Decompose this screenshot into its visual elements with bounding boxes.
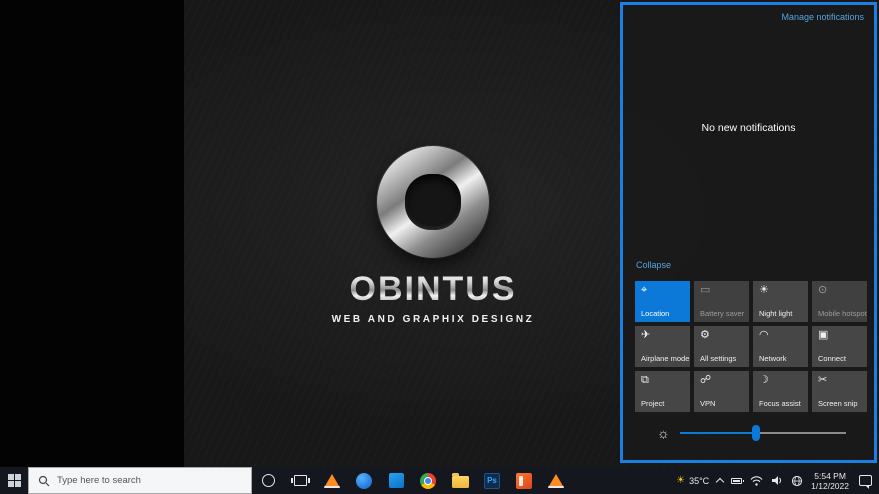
vpn-icon: ☍ bbox=[700, 375, 711, 386]
battery-icon[interactable] bbox=[731, 478, 742, 484]
quick-action-label: Location bbox=[641, 309, 669, 318]
screen-snip-icon: ✂ bbox=[818, 375, 827, 386]
focus-assist-icon: ☽ bbox=[759, 375, 769, 386]
taskbar: Ps ☀ 35°C 5:54 PM 1/12/2022 bbox=[0, 467, 879, 494]
orange-app-icon bbox=[516, 473, 532, 489]
quick-action-label: Mobile hotspot bbox=[818, 309, 867, 318]
weather-temperature: 35°C bbox=[689, 476, 709, 486]
left-black-region bbox=[0, 0, 184, 467]
quick-action-mobile-hotspot[interactable]: ⊙ Mobile hotspot bbox=[812, 281, 867, 322]
weather-sun-icon: ☀ bbox=[676, 476, 685, 486]
blue-app-icon bbox=[356, 473, 372, 489]
vlc-icon bbox=[549, 474, 563, 486]
quick-action-focus-assist[interactable]: ☽ Focus assist bbox=[753, 371, 808, 412]
airplane-mode-icon: ✈ bbox=[641, 330, 650, 341]
quick-action-connect[interactable]: ▣ Connect bbox=[812, 326, 867, 367]
action-center-icon[interactable] bbox=[859, 475, 872, 486]
quick-action-night-light[interactable]: ☀ Night light bbox=[753, 281, 808, 322]
network-icon: ◠ bbox=[759, 330, 769, 341]
manage-notifications-link[interactable]: Manage notifications bbox=[781, 12, 864, 22]
quick-action-label: Network bbox=[759, 354, 787, 363]
photoshop-icon: Ps bbox=[484, 473, 500, 489]
task-view-icon bbox=[294, 475, 307, 486]
no-notifications-message: No new notifications bbox=[623, 122, 874, 134]
taskbar-app-file-explorer[interactable] bbox=[444, 467, 476, 494]
file-explorer-icon bbox=[452, 476, 469, 488]
quick-action-label: All settings bbox=[700, 354, 736, 363]
quick-action-network[interactable]: ◠ Network bbox=[753, 326, 808, 367]
location-icon: ⌖ bbox=[641, 285, 647, 296]
taskbar-app-vlc[interactable] bbox=[316, 467, 348, 494]
mobile-hotspot-icon: ⊙ bbox=[818, 285, 827, 296]
brightness-slider-thumb[interactable] bbox=[752, 425, 760, 441]
action-center-panel: Manage notifications No new notification… bbox=[620, 2, 877, 463]
quick-action-screen-snip[interactable]: ✂ Screen snip bbox=[812, 371, 867, 412]
taskbar-app-vlc-2[interactable] bbox=[540, 467, 572, 494]
windows-start-icon bbox=[8, 474, 21, 487]
search-icon bbox=[38, 475, 50, 487]
logo-subtitle: WEB AND GRAPHIX DESIGNZ bbox=[259, 314, 607, 325]
hidden-icons-chevron[interactable] bbox=[716, 478, 724, 486]
quick-action-airplane-mode[interactable]: ✈ Airplane mode bbox=[635, 326, 690, 367]
quick-action-label: Night light bbox=[759, 309, 792, 318]
taskbar-app-vscode[interactable] bbox=[380, 467, 412, 494]
quick-action-label: Screen snip bbox=[818, 399, 858, 408]
task-view-button[interactable] bbox=[284, 467, 316, 494]
quick-action-label: Project bbox=[641, 399, 664, 408]
taskbar-app-orange[interactable] bbox=[508, 467, 540, 494]
obintus-logo: OBINTUS WEB AND GRAPHIX DESIGNZ bbox=[259, 146, 607, 325]
brightness-slider[interactable] bbox=[680, 432, 846, 434]
quick-action-label: Focus assist bbox=[759, 399, 801, 408]
globe-icon[interactable] bbox=[791, 475, 803, 487]
start-button[interactable] bbox=[0, 467, 28, 494]
cortana-button[interactable] bbox=[252, 467, 284, 494]
battery-saver-icon: ▭ bbox=[700, 285, 710, 296]
quick-actions-grid: ⌖ Location ▭ Battery saver ☀ Night light… bbox=[635, 281, 867, 412]
quick-action-all-settings[interactable]: ⚙ All settings bbox=[694, 326, 749, 367]
brightness-icon: ☼ bbox=[657, 423, 670, 443]
all-settings-icon: ⚙ bbox=[700, 330, 710, 341]
logo-title: OBINTUS bbox=[259, 270, 607, 309]
clock[interactable]: 5:54 PM 1/12/2022 bbox=[811, 471, 849, 491]
quick-action-label: Connect bbox=[818, 354, 846, 363]
system-tray: ☀ 35°C 5:54 PM 1/12/2022 bbox=[676, 471, 879, 491]
collapse-link[interactable]: Collapse bbox=[636, 260, 671, 270]
chrome-icon bbox=[420, 473, 436, 489]
obintus-logo-o-ring bbox=[377, 146, 489, 258]
taskbar-app-blue[interactable] bbox=[348, 467, 380, 494]
quick-action-battery-saver[interactable]: ▭ Battery saver bbox=[694, 281, 749, 322]
vlc-icon bbox=[325, 474, 339, 486]
brightness-slider-fill bbox=[680, 432, 756, 434]
taskbar-search[interactable] bbox=[28, 467, 252, 494]
weather-widget[interactable]: ☀ 35°C bbox=[676, 476, 709, 486]
connect-icon: ▣ bbox=[818, 330, 828, 341]
quick-action-label: VPN bbox=[700, 399, 715, 408]
night-light-icon: ☀ bbox=[759, 285, 769, 296]
taskbar-app-chrome[interactable] bbox=[412, 467, 444, 494]
project-icon: ⧉ bbox=[641, 375, 649, 386]
quick-action-vpn[interactable]: ☍ VPN bbox=[694, 371, 749, 412]
quick-action-label: Airplane mode bbox=[641, 354, 689, 363]
clock-date: 1/12/2022 bbox=[811, 481, 849, 491]
taskbar-app-photoshop[interactable]: Ps bbox=[476, 467, 508, 494]
vscode-icon bbox=[389, 473, 404, 488]
brightness-row: ☼ bbox=[623, 422, 874, 444]
quick-action-project[interactable]: ⧉ Project bbox=[635, 371, 690, 412]
clock-time: 5:54 PM bbox=[811, 471, 849, 481]
search-input[interactable] bbox=[57, 475, 227, 486]
obintus-logo-o-hole bbox=[405, 174, 461, 230]
wifi-icon[interactable] bbox=[750, 476, 763, 486]
volume-icon[interactable] bbox=[771, 475, 783, 486]
quick-action-location[interactable]: ⌖ Location bbox=[635, 281, 690, 322]
cortana-icon bbox=[262, 474, 275, 487]
quick-action-label: Battery saver bbox=[700, 309, 744, 318]
